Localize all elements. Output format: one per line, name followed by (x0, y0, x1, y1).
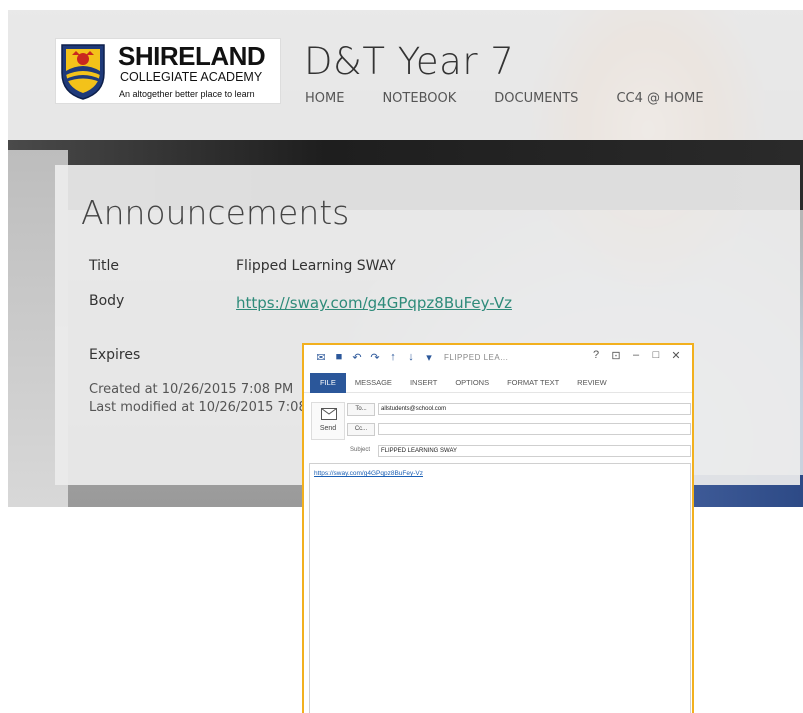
minimize-icon[interactable]: – (626, 349, 646, 362)
arrow-up-icon[interactable]: ↑ (384, 351, 402, 363)
logo-subtitle: COLLEGIATE ACADEMY (120, 70, 263, 84)
tab-insert[interactable]: INSERT (401, 373, 446, 393)
help-button[interactable]: ? (586, 349, 606, 362)
nav-cc4-home[interactable]: CC4 @ HOME (616, 91, 703, 106)
message-body-link[interactable]: https://sway.com/g4GPqpz8BuFey-Vz (314, 470, 423, 477)
body-value: https://sway.com/g4GPqpz8BuFey-Vz (236, 294, 512, 312)
logo-wordmark: SHIRELAND (118, 41, 266, 71)
title-value: Flipped Learning SWAY (236, 258, 396, 274)
arrow-down-icon[interactable]: ↓ (402, 351, 420, 363)
undo-icon[interactable]: ↶ (348, 351, 366, 364)
send-label: Send (319, 425, 337, 432)
send-icon (321, 408, 337, 420)
cc-button[interactable]: Cc... (347, 423, 375, 436)
envelope-icon: ✉ (316, 351, 326, 364)
body-label: Body (89, 293, 125, 309)
cc-field[interactable] (378, 423, 691, 435)
site-title: D&T Year 7 (304, 40, 515, 83)
top-navigation: HOME NOTEBOOK DOCUMENTS CC4 @ HOME (305, 91, 742, 106)
title-label: Title (89, 258, 120, 274)
compose-titlebar: ✉ ■ ↶ ↷ ↑ ↓ ▾ FLIPPED LEA... ? ⊡ – □ ✕ (304, 345, 692, 369)
nav-documents[interactable]: DOCUMENTS (494, 91, 578, 106)
tab-format-text[interactable]: FORMAT TEXT (498, 373, 568, 393)
save-icon[interactable]: ■ (330, 351, 348, 363)
modified-timestamp: Last modified at 10/26/2015 7:08 PM (89, 400, 330, 415)
maximize-icon[interactable]: □ (646, 349, 666, 362)
message-body[interactable]: https://sway.com/g4GPqpz8BuFey-Vz (309, 463, 691, 713)
compose-window-title: FLIPPED LEA... (444, 352, 509, 362)
subject-label: Subject (350, 447, 371, 453)
tab-message[interactable]: MESSAGE (346, 373, 401, 393)
created-timestamp: Created at 10/26/2015 7:08 PM (89, 382, 294, 397)
logo-tagline: An altogether better place to learn (119, 89, 255, 99)
email-compose-window[interactable]: ✉ ■ ↶ ↷ ↑ ↓ ▾ FLIPPED LEA... ? ⊡ – □ ✕ F… (302, 343, 694, 713)
subject-field[interactable]: FLIPPED LEARNING SWAY (378, 445, 691, 457)
ribbon-display-icon[interactable]: ⊡ (606, 349, 626, 362)
to-field[interactable]: allstudents@school.com (378, 403, 691, 415)
ribbon-tabs: FILE MESSAGE INSERT OPTIONS FORMAT TEXT … (304, 372, 692, 393)
crest-icon (61, 44, 105, 100)
redo-icon[interactable]: ↷ (366, 351, 384, 364)
sway-link[interactable]: https://sway.com/g4GPqpz8BuFey-Vz (236, 294, 512, 312)
quick-access-dropdown-icon[interactable]: ▾ (420, 351, 438, 364)
page-title: Announcements (81, 193, 350, 232)
tab-review[interactable]: REVIEW (568, 373, 616, 393)
tab-options[interactable]: OPTIONS (446, 373, 498, 393)
send-button[interactable]: Send (311, 402, 345, 440)
expires-label: Expires (89, 347, 141, 363)
close-icon[interactable]: ✕ (666, 349, 686, 362)
window-controls: ? ⊡ – □ ✕ (586, 349, 686, 362)
nav-notebook[interactable]: NOTEBOOK (382, 91, 456, 106)
school-logo[interactable]: SHIRELAND COLLEGIATE ACADEMY An altogeth… (55, 38, 281, 104)
tab-file[interactable]: FILE (310, 372, 346, 393)
nav-home[interactable]: HOME (305, 91, 344, 106)
to-button[interactable]: To... (347, 403, 375, 416)
